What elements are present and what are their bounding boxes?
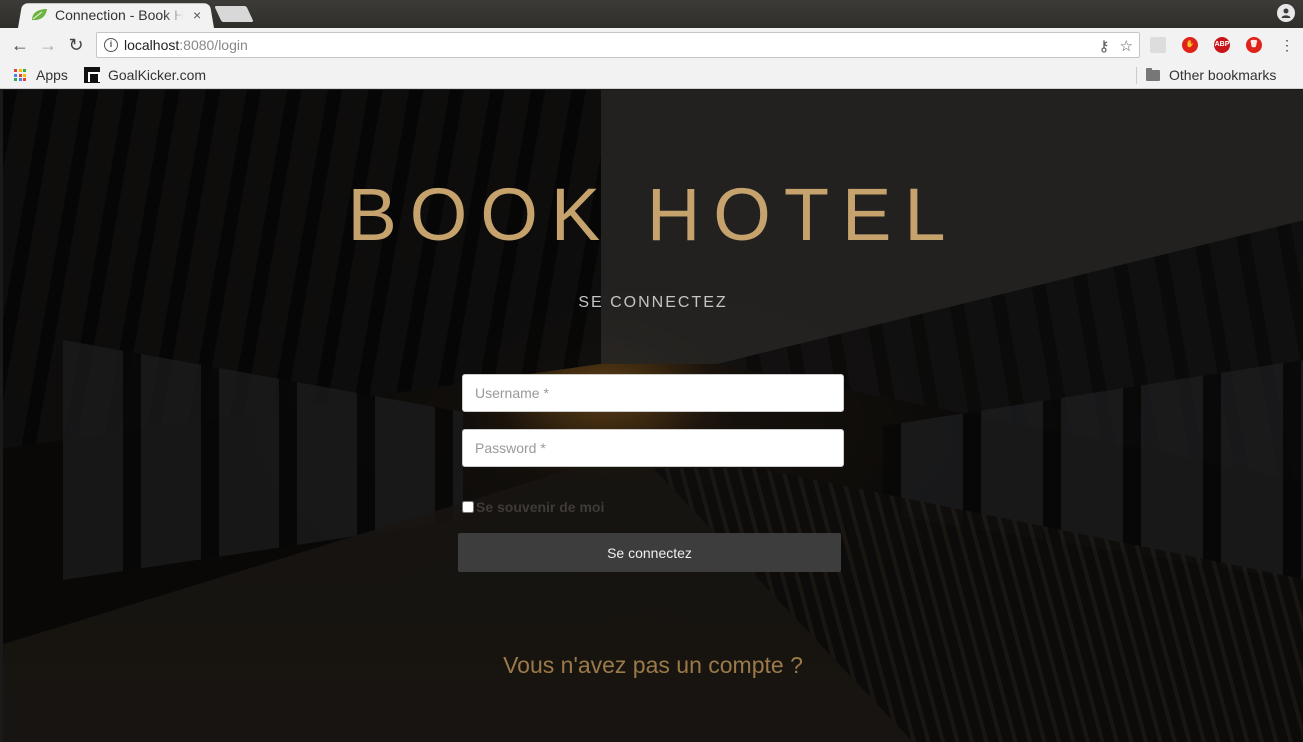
address-bar[interactable]: i localhost:8080/login ⚷ ☆ [96,32,1140,58]
browser-toolbar: ← → ↻ i localhost:8080/login ⚷ ☆ ✋ ABP 🗑… [0,28,1303,62]
tab-close-icon[interactable]: × [193,7,201,23]
trash-extension-icon[interactable]: 🗑 [1246,37,1262,53]
remember-me-label: Se souvenir de moi [476,499,605,515]
url-text[interactable]: localhost:8080/login [124,37,248,53]
active-tab-content[interactable]: Connection - Book Hotel × [28,2,214,28]
folder-icon [1146,67,1160,81]
leaf-icon [32,9,47,21]
goalkicker-icon [84,67,100,83]
hand-extension-icon[interactable]: ✋ [1182,37,1198,53]
bookmark-apps[interactable]: Apps [14,67,68,83]
bookmark-goalkicker-label: GoalKicker.com [108,67,207,83]
bookmark-apps-label: Apps [36,67,68,83]
remember-me-checkbox[interactable] [462,501,474,513]
menu-icon[interactable]: ⋮ [1278,36,1296,54]
page-subtitle: SE CONNECTEZ [578,294,728,311]
adblock-extension-icon[interactable]: ABP [1214,37,1230,53]
profile-icon[interactable] [1277,4,1295,22]
reader-extension-icon[interactable] [1150,37,1166,53]
tab-title: Connection - Book Hotel [55,7,183,23]
back-arrow-icon[interactable]: ← [11,36,29,54]
apps-grid-icon [14,69,26,81]
new-tab-button[interactable] [214,6,254,22]
page-title: BOOK HOTEL [347,173,959,256]
bookmarks-bar: Apps GoalKicker.com Other bookmarks [0,62,1303,89]
bookmark-other-label: Other bookmarks [1169,67,1277,83]
info-icon[interactable]: i [104,38,118,52]
browser-tab-bar: Connection - Book Hotel × [0,0,1303,29]
password-input[interactable] [462,429,844,467]
reload-icon[interactable]: ↻ [67,36,85,54]
remember-me-row[interactable]: Se souvenir de moi [462,499,604,515]
bookmark-other[interactable]: Other bookmarks [1146,67,1276,83]
login-button[interactable]: Se connectez [458,533,841,572]
login-page: BOOK HOTEL SE CONNECTEZ Se souvenir de m… [3,90,1303,742]
forward-arrow-icon[interactable]: → [39,36,57,54]
bookmark-goalkicker[interactable]: GoalKicker.com [84,67,206,83]
star-icon[interactable]: ☆ [1120,37,1133,55]
bookmarks-divider [1136,67,1137,84]
key-icon[interactable]: ⚷ [1099,37,1110,55]
signup-link[interactable]: Vous n'avez pas un compte ? [3,652,1303,679]
username-input[interactable] [462,374,844,412]
